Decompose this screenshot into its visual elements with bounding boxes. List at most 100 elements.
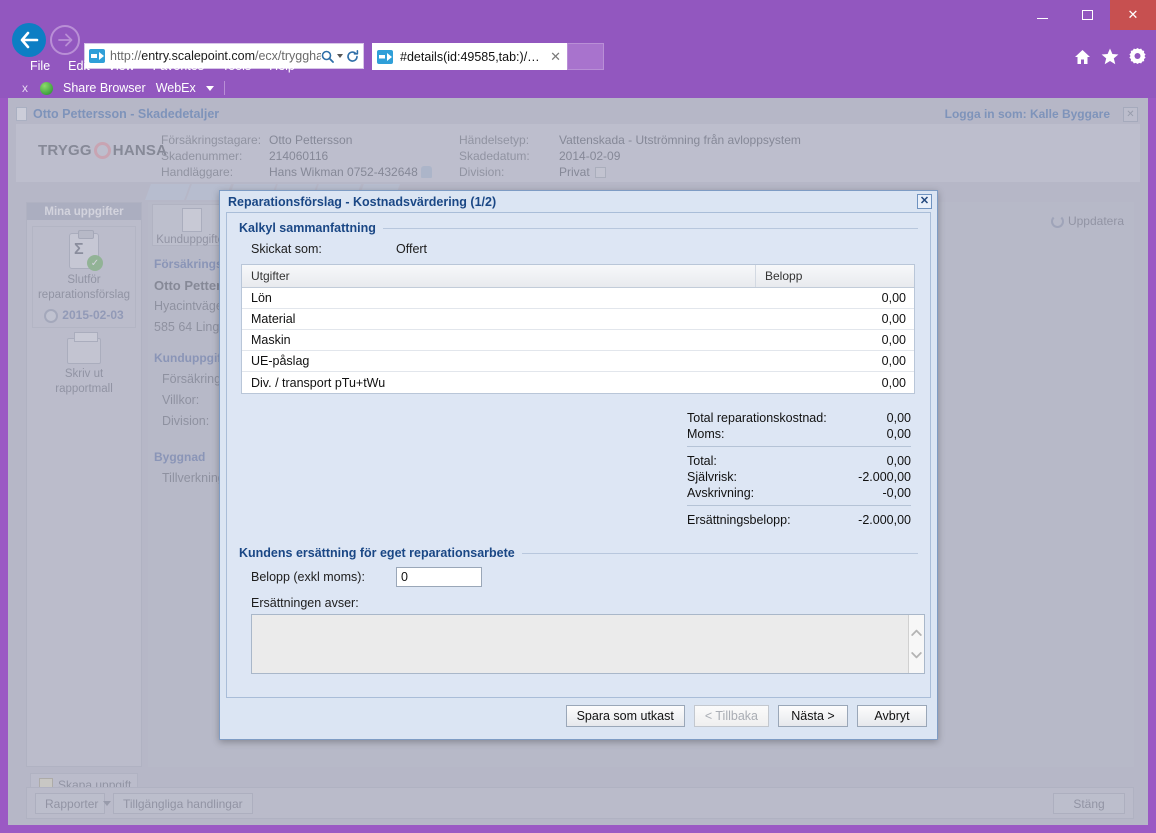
field-label: Händelsetyp: [459,133,530,147]
reports-button[interactable]: Rapporter [35,793,112,814]
total-row: Total: 0,00 [687,453,911,469]
command-bar-close-icon[interactable]: x [22,81,30,95]
logo-ring-icon [93,142,111,159]
column-header-belopp: Belopp [765,269,803,283]
logo-text-left: TRYGG [38,142,92,159]
login-as-label[interactable]: Logga in som: Kalle Byggare [945,107,1110,121]
table-header-row: Utgifter Belopp [242,265,914,288]
task-line-2: reparationsförslag [37,289,131,301]
field-label: Skadenummer: [161,149,243,163]
browser-chrome: ✕ http://entry.scalepoint.com/ecx/tryggh… [0,0,1156,98]
trygg-hansa-logo: TRYGG HANSA [38,142,167,159]
chevron-up-icon[interactable] [911,629,922,637]
table-row: UE-påslag 0,00 [242,351,914,372]
row-amount: 0,00 [881,312,906,326]
sent-as-row: Skickat som: Offert [251,242,918,256]
app-titlebar: Otto Pettersson - Skadedetaljer Logga in… [16,104,1140,124]
field-value: 214060116 [269,149,329,163]
total-label: Avskrivning: [687,486,755,500]
next-button[interactable]: Nästa > [778,705,848,727]
document-icon [16,107,27,121]
group-customer-compensation: Kundens ersättning för eget reparationsa… [239,546,925,674]
app-close-button[interactable]: ✕ [1123,106,1138,122]
claim-tab[interactable] [145,184,191,200]
close-label: Stäng [1073,796,1105,811]
person-icon[interactable] [420,166,432,178]
field-label: Skadedatum: [459,149,530,163]
row-amount: 0,00 [881,291,906,305]
browser-command-bar: x Share Browser WebEx [0,78,1156,98]
share-browser-button[interactable]: Share Browser [63,81,146,95]
total-row: Moms: 0,00 [687,426,911,442]
table-row: Maskin 0,00 [242,330,914,351]
total-amount: 0,00 [886,454,911,468]
refresh-icon [1050,214,1064,228]
division-indicator-icon [594,166,606,178]
refresh-button[interactable]: Uppdatera [1050,214,1124,228]
webex-menu[interactable]: WebEx [156,81,196,95]
row-label: Lön [251,291,272,305]
cancel-button[interactable]: Avbryt [857,705,927,727]
due-date-text: 2015-02-03 [62,308,124,322]
description-textarea-wrapper [251,614,925,674]
sidebar-item-complete-repair-proposal[interactable]: Σ ✓ Slutför reparationsförslag 2015-02-03 [32,226,136,328]
print-line-2: rapportmall [55,383,113,395]
amount-field-row: Belopp (exkl moms): [251,567,918,587]
description-textarea[interactable] [252,615,908,673]
tab-kunduppgifter-label: Kunduppgifter [156,234,228,246]
menu-help[interactable]: Help [269,59,295,73]
row-label: Div. / transport pTu+tWu [251,375,386,390]
globe-icon [40,81,53,95]
back-button: < Tillbaka [693,705,769,727]
row-amount: 0,00 [881,333,906,347]
amount-input[interactable] [396,567,482,587]
textarea-scrollbar[interactable] [908,615,924,673]
dialog-title: Reparationsförslag - Kostnadsvärdering (… [228,194,497,209]
task-line-1: Slutför [67,274,101,286]
totals-panel: Total reparationskostnad: 0,00 Moms: 0,0… [687,410,911,528]
total-amount: 0,00 [886,427,911,441]
table-row: Div. / transport pTu+tWu 0,00 [242,372,914,393]
sent-as-value: Offert [396,242,428,256]
field-value: Otto Pettersson [269,133,353,147]
menu-favorites[interactable]: Favorites [153,59,204,73]
final-total-row: Ersättningsbelopp: -2.000,00 [687,512,911,528]
maximize-icon [1082,10,1093,20]
available-actions-button[interactable]: Tillgängliga handlingar [113,793,253,814]
forward-button[interactable] [50,25,80,55]
total-amount: -2.000,00 [858,470,911,484]
field-value: Privat [559,165,590,179]
dialog-close-button[interactable]: ✕ [917,194,932,209]
totals-divider [687,446,911,447]
menu-file[interactable]: File [30,59,50,73]
total-row: Självrisk: -2.000,00 [687,469,911,485]
printer-icon [67,332,101,364]
back-button[interactable] [12,23,46,57]
app-footer-bar: Rapporter Tillgängliga handlingar Stäng [26,787,1134,819]
task-due-date: 2015-02-03 [35,308,133,323]
chevron-down-icon[interactable] [205,85,214,91]
final-total-label: Ersättningsbelopp: [687,513,791,527]
group-divider [382,227,918,229]
row-label: Maskin [251,333,291,347]
sidebar-item-print-report-template[interactable]: Skriv ut rapportmall [32,332,136,397]
row-label: UE-påslag [251,354,310,368]
available-actions-label: Tillgängliga handlingar [123,796,243,811]
expenses-table: Utgifter Belopp Lön 0,00 Material 0,00 M… [241,264,915,394]
minimize-icon [1037,17,1048,19]
menu-tools[interactable]: Tools [222,59,251,73]
amount-label: Belopp (exkl moms): [251,570,365,584]
save-draft-button[interactable]: Spara som utkast [565,705,685,727]
chevron-down-icon[interactable] [911,651,922,659]
row-amount: 0,00 [881,354,906,368]
close-button[interactable]: Stäng [1053,793,1125,814]
claim-header: TRYGG HANSA Försäkringstagare: Otto Pette… [16,124,1140,182]
sidebar-title: Mina uppgifter [27,203,141,220]
description-label: Ersättningen avser: [251,596,359,610]
menu-edit[interactable]: Edit [68,59,90,73]
header-fields-left: Försäkringstagare: Otto Pettersson Skaden… [161,132,432,180]
total-row: Avskrivning: -0,00 [687,485,911,501]
totals-divider [687,505,911,506]
clock-icon [44,308,59,323]
menu-view[interactable]: View [108,59,135,73]
